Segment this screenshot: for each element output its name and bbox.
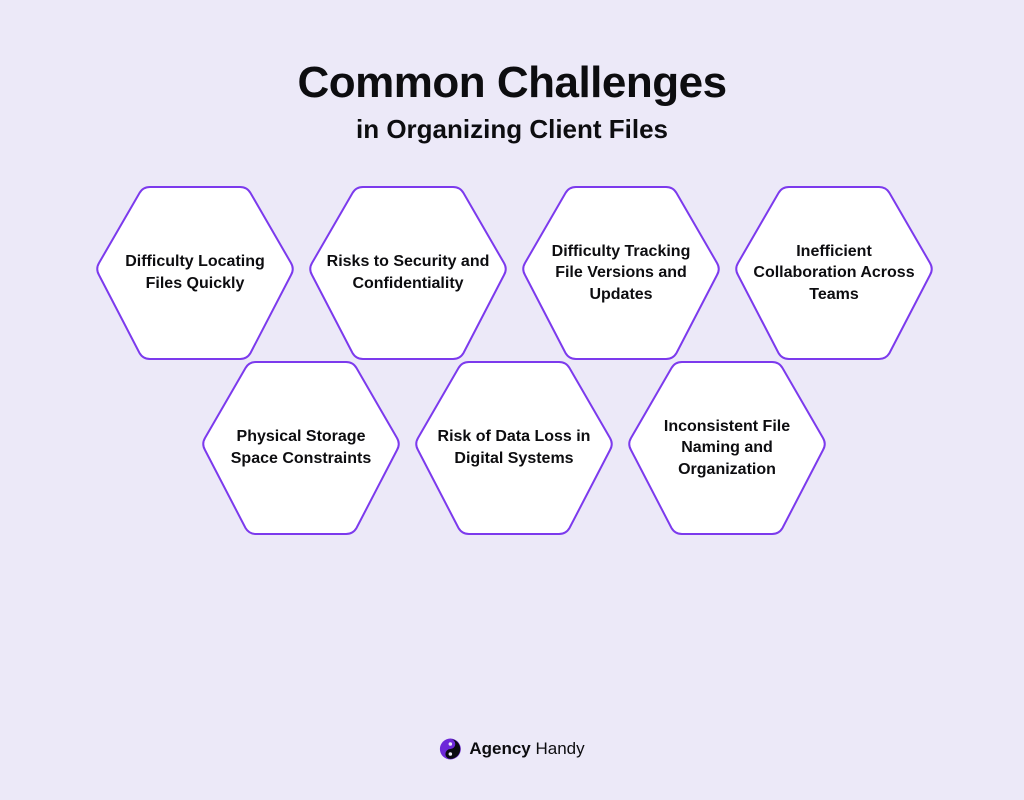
hex-label: Difficulty Tracking File Versions and Up… xyxy=(517,241,725,306)
brand-name-bold: Agency xyxy=(469,739,530,758)
hexagon-grid: Difficulty Locating Files Quickly Risks … xyxy=(0,181,1024,800)
page-subtitle: in Organizing Client Files xyxy=(356,114,668,145)
hex-label: Inconsistent File Naming and Organizatio… xyxy=(623,416,831,481)
diagram-canvas: Common Challenges in Organizing Client F… xyxy=(0,0,1024,800)
brand-name-regular: Handy xyxy=(531,739,585,758)
hex-locating-files: Difficulty Locating Files Quickly xyxy=(91,181,299,365)
page-title: Common Challenges xyxy=(297,58,726,108)
hex-label: Risk of Data Loss in Digital Systems xyxy=(410,426,618,469)
hex-label: Difficulty Locating Files Quickly xyxy=(91,251,299,294)
hex-physical-storage: Physical Storage Space Constraints xyxy=(197,356,405,540)
hex-label: Inefficient Collaboration Across Teams xyxy=(730,241,938,306)
brand-logo-icon xyxy=(439,738,461,760)
hex-data-loss: Risk of Data Loss in Digital Systems xyxy=(410,356,618,540)
brand-name: Agency Handy xyxy=(469,739,584,759)
brand-footer: Agency Handy xyxy=(439,738,584,760)
hex-collaboration: Inefficient Collaboration Across Teams xyxy=(730,181,938,365)
hex-naming-inconsistent: Inconsistent File Naming and Organizatio… xyxy=(623,356,831,540)
hex-version-tracking: Difficulty Tracking File Versions and Up… xyxy=(517,181,725,365)
hex-label: Physical Storage Space Constraints xyxy=(197,426,405,469)
hex-security-risk: Risks to Security and Confidentiality xyxy=(304,181,512,365)
hex-label: Risks to Security and Confidentiality xyxy=(304,251,512,294)
